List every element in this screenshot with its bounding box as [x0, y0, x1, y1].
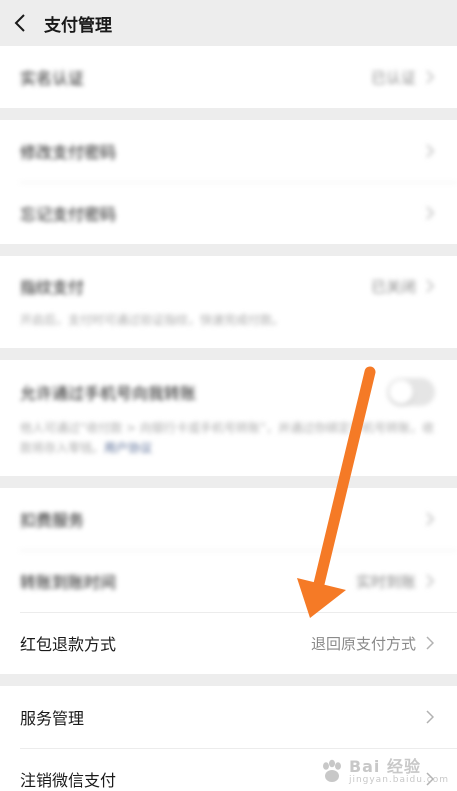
back-arrow-icon[interactable] — [14, 12, 36, 34]
chevron-right-icon — [426, 636, 435, 650]
row-value: 已关闭 — [370, 277, 416, 296]
row-title: 允许通过手机号向我转账 — [20, 384, 197, 403]
chevron-right-icon — [426, 206, 435, 220]
row-real-name-auth[interactable]: 实名认证 已认证 — [0, 46, 457, 108]
section-gap — [0, 244, 457, 256]
section-gap — [0, 108, 457, 120]
chevron-right-icon — [426, 710, 435, 724]
row-title: 注销微信支付 — [20, 771, 117, 790]
phone-transfer-toggle[interactable] — [387, 378, 435, 406]
row-title: 忘记支付密码 — [20, 205, 117, 224]
section-gap — [0, 674, 457, 686]
row-title: 实名认证 — [20, 69, 85, 88]
description-text: 他人可通过“收付款 > 向银行卡或手机号转账”，并通过你绑定手机号转账，收款将存… — [20, 421, 435, 455]
chevron-right-icon — [426, 70, 435, 84]
row-forgot-password[interactable]: 忘记支付密码 — [0, 182, 457, 244]
section-services: 扣费服务 转账到账时间 实时到账 红包退款方式 退回原支付方式 — [0, 488, 457, 674]
row-deduction-service[interactable]: 扣费服务 — [0, 488, 457, 550]
row-change-password[interactable]: 修改支付密码 — [0, 120, 457, 182]
row-title: 修改支付密码 — [20, 143, 117, 162]
row-title: 扣费服务 — [20, 511, 85, 530]
section-fingerprint: 指纹支付 已关闭 开启后，支付时可通过验证指纹，快速完成付款。 — [0, 256, 457, 348]
chevron-right-icon — [426, 279, 435, 293]
nav-header: 支付管理 — [0, 0, 457, 46]
row-transfer-arrival-time[interactable]: 转账到账时间 实时到账 — [0, 550, 457, 612]
section-identity: 实名认证 已认证 — [0, 46, 457, 108]
chevron-right-icon — [426, 574, 435, 588]
row-title: 红包退款方式 — [20, 635, 117, 654]
row-value: 实时到账 — [355, 572, 416, 591]
row-service-management[interactable]: 服务管理 — [0, 686, 457, 748]
row-deactivate-wechat-pay[interactable]: 注销微信支付 — [0, 748, 457, 791]
chevron-right-icon — [426, 772, 435, 786]
section-phone-transfer: 允许通过手机号向我转账 他人可通过“收付款 > 向银行卡或手机号转账”，并通过你… — [0, 360, 457, 476]
section-gap — [0, 476, 457, 488]
chevron-right-icon — [426, 144, 435, 158]
row-value: 已认证 — [370, 68, 416, 87]
row-description: 他人可通过“收付款 > 向银行卡或手机号转账”，并通过你绑定手机号转账，收款将存… — [20, 418, 435, 458]
row-fingerprint-pay[interactable]: 指纹支付 已关闭 开启后，支付时可通过验证指纹，快速完成付款。 — [0, 256, 457, 348]
row-title: 转账到账时间 — [20, 573, 117, 592]
page-title: 支付管理 — [44, 15, 112, 36]
row-red-packet-refund[interactable]: 红包退款方式 退回原支付方式 — [0, 612, 457, 674]
row-phone-transfer: 允许通过手机号向我转账 他人可通过“收付款 > 向银行卡或手机号转账”，并通过你… — [0, 360, 457, 476]
user-agreement-link[interactable]: 用户协议 — [104, 441, 152, 455]
row-value: 退回原支付方式 — [310, 634, 416, 653]
row-description: 开启后，支付时可通过验证指纹，快速完成付款。 — [20, 313, 285, 327]
section-gap — [0, 348, 457, 360]
payment-management-screen: 支付管理 实名认证 已认证 修改支付密码 忘记支付密码 指纹支付 已关闭 开启后… — [0, 0, 457, 791]
chevron-right-icon — [426, 512, 435, 526]
section-account: 服务管理 注销微信支付 — [0, 686, 457, 791]
toggle-knob — [389, 380, 413, 404]
row-title: 服务管理 — [20, 709, 85, 728]
row-title: 指纹支付 — [20, 278, 85, 297]
section-password: 修改支付密码 忘记支付密码 — [0, 120, 457, 244]
